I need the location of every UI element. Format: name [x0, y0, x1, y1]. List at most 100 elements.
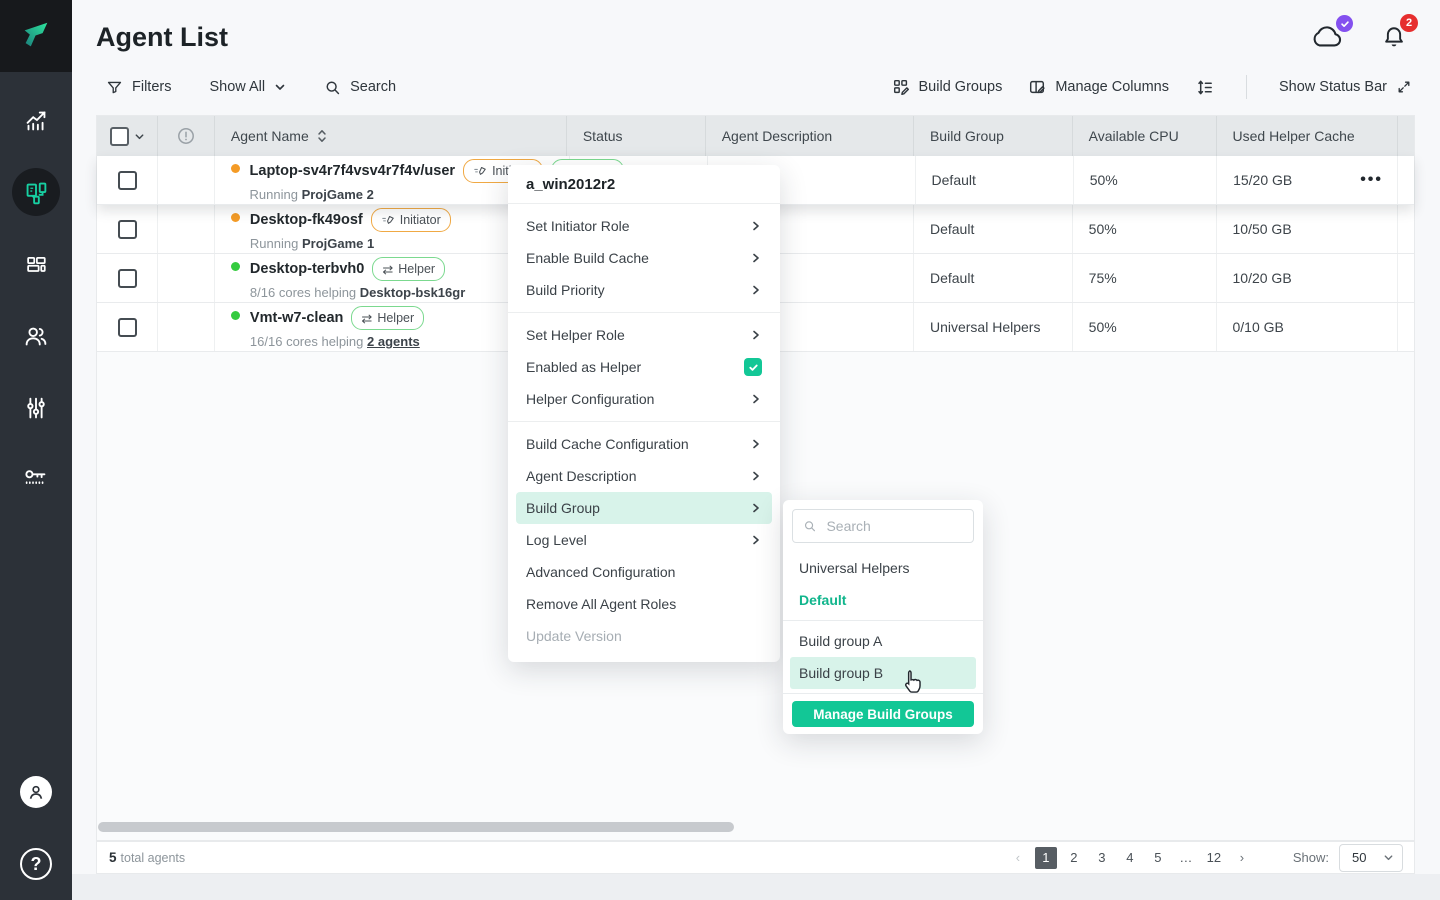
column-header-agent-description[interactable]: Agent Description [706, 116, 914, 156]
menu-item-enable-build-cache[interactable]: Enable Build Cache [508, 242, 780, 274]
sidebar-item-dashboard[interactable] [20, 104, 52, 136]
page-button-4[interactable]: 4 [1119, 847, 1141, 869]
menu-item-enabled-as-helper[interactable]: Enabled as Helper [508, 351, 780, 383]
sidebar-item-agents-active[interactable] [12, 168, 60, 216]
toolbar-divider [1246, 75, 1247, 99]
submenu-item-build-group-a[interactable]: Build group A [783, 625, 983, 657]
context-menu-title: a_win2012r2 [508, 165, 780, 203]
show-all-dropdown[interactable]: Show All [209, 79, 286, 95]
chevron-right-icon [750, 502, 762, 514]
chevron-right-icon [750, 329, 762, 341]
initiator-icon [473, 164, 487, 178]
page-button-12[interactable]: 12 [1203, 847, 1225, 869]
help-button[interactable]: ? [20, 848, 52, 880]
page-size-select[interactable]: 50 [1339, 844, 1403, 872]
next-page-button[interactable]: › [1231, 847, 1253, 869]
available-cpu-value: 50% [1089, 319, 1117, 335]
swap-icon: ⇄ [382, 263, 393, 276]
build-groups-icon [892, 78, 910, 96]
status-header-label: Status [583, 128, 623, 144]
sliders-icon [21, 393, 51, 423]
page-button-5[interactable]: 5 [1147, 847, 1169, 869]
menu-item-build-group[interactable]: Build Group [516, 492, 772, 524]
helping-agents-link[interactable]: 2 agents [367, 334, 420, 349]
horizontal-scrollbar[interactable] [98, 822, 734, 832]
show-status-bar-button[interactable]: Show Status Bar [1279, 79, 1412, 95]
page-title: Agent List [96, 22, 228, 53]
filters-label: Filters [132, 79, 171, 95]
manage-columns-button[interactable]: Manage Columns [1028, 78, 1169, 96]
cloud-status-button[interactable] [1308, 22, 1346, 52]
page-button-2[interactable]: 2 [1063, 847, 1085, 869]
build-groups-button[interactable]: Build Groups [892, 78, 1003, 96]
column-header-used-helper-cache[interactable]: Used Helper Cache [1217, 116, 1398, 156]
helper-cache-value: 10/20 GB [1233, 270, 1292, 286]
helper-cache-value: 15/20 GB [1233, 172, 1292, 188]
column-header-sliver [1398, 116, 1414, 156]
row-checkbox[interactable] [118, 269, 137, 288]
menu-item-set-helper-role[interactable]: Set Helper Role [508, 319, 780, 351]
initiator-badge: Initiator [371, 208, 451, 232]
menu-item-log-level[interactable]: Log Level [508, 524, 780, 556]
menu-item-label: Remove All Agent Roles [526, 596, 676, 612]
select-all-checkbox[interactable] [110, 127, 129, 146]
prev-page-button[interactable]: ‹ [1007, 847, 1029, 869]
menu-item-label: Enabled as Helper [526, 359, 641, 375]
chart-icon [21, 105, 51, 135]
sidebar-item-settings[interactable] [20, 392, 52, 424]
sort-order-button[interactable] [1195, 78, 1214, 97]
sidebar-item-users[interactable] [20, 320, 52, 352]
column-header-build-group[interactable]: Build Group [914, 116, 1073, 156]
user-avatar[interactable] [20, 776, 52, 808]
row-checkbox[interactable] [118, 171, 137, 190]
manage-columns-label: Manage Columns [1055, 79, 1169, 95]
agent-subtitle: Running ProjGame 1 [250, 237, 451, 250]
sidebar-item-builds[interactable] [20, 248, 52, 280]
funnel-icon [106, 79, 123, 96]
pagination: ‹ 1 2 3 4 5 … 12 › [1007, 847, 1253, 869]
notifications-button[interactable]: 2 [1380, 22, 1408, 52]
menu-item-label: Build Group [526, 500, 600, 516]
menu-item-build-priority[interactable]: Build Priority [508, 274, 780, 306]
menu-item-agent-description[interactable]: Agent Description [508, 460, 780, 492]
chevron-right-icon [750, 284, 762, 296]
build-group-value: Default [932, 172, 976, 188]
enabled-as-helper-checkbox[interactable] [744, 358, 762, 376]
menu-item-build-cache-configuration[interactable]: Build Cache Configuration [508, 428, 780, 460]
row-checkbox[interactable] [118, 220, 137, 239]
sort-arrows-icon[interactable] [317, 128, 327, 144]
swap-icon: ⇄ [361, 312, 372, 325]
submenu-search-box[interactable] [792, 509, 974, 543]
page-button-1[interactable]: 1 [1035, 847, 1057, 869]
menu-item-label: Advanced Configuration [526, 564, 675, 580]
show-status-bar-label: Show Status Bar [1279, 79, 1387, 95]
menu-item-remove-all-agent-roles[interactable]: Remove All Agent Roles [508, 588, 780, 620]
row-more-options-button[interactable]: ••• [1360, 171, 1383, 189]
total-label: total agents [121, 851, 186, 865]
page-button-3[interactable]: 3 [1091, 847, 1113, 869]
sidebar-item-licenses[interactable] [20, 462, 52, 494]
menu-item-advanced-configuration[interactable]: Advanced Configuration [508, 556, 780, 588]
column-header-available-cpu[interactable]: Available CPU [1073, 116, 1217, 156]
manage-build-groups-button[interactable]: Manage Build Groups [792, 701, 974, 727]
table-footer: 5total agents ‹ 1 2 3 4 5 … 12 › Show: 5… [96, 841, 1415, 874]
column-header-status[interactable]: Status [567, 116, 706, 156]
manage-columns-icon [1028, 78, 1046, 96]
expand-icon [1396, 79, 1412, 95]
menu-item-helper-configuration[interactable]: Helper Configuration [508, 383, 780, 415]
submenu-item-default-selected[interactable]: Default [783, 584, 983, 616]
filters-button[interactable]: Filters [106, 79, 171, 96]
helper-cache-value: 10/50 GB [1233, 221, 1292, 237]
select-menu-chevron-icon[interactable] [134, 131, 145, 142]
submenu-item-universal-helpers[interactable]: Universal Helpers [783, 552, 983, 584]
agent-context-menu: a_win2012r2 Set Initiator Role Enable Bu… [508, 165, 780, 662]
key-icon [21, 463, 51, 493]
boards-icon [22, 250, 50, 278]
submenu-search-input[interactable] [824, 517, 963, 535]
column-header-agent-name[interactable]: Agent Name [215, 116, 567, 156]
row-checkbox[interactable] [118, 318, 137, 337]
menu-item-set-initiator-role[interactable]: Set Initiator Role [508, 210, 780, 242]
app-logo[interactable] [0, 0, 72, 72]
submenu-item-build-group-b[interactable]: Build group B [790, 657, 976, 689]
search-button[interactable]: Search [324, 79, 396, 96]
